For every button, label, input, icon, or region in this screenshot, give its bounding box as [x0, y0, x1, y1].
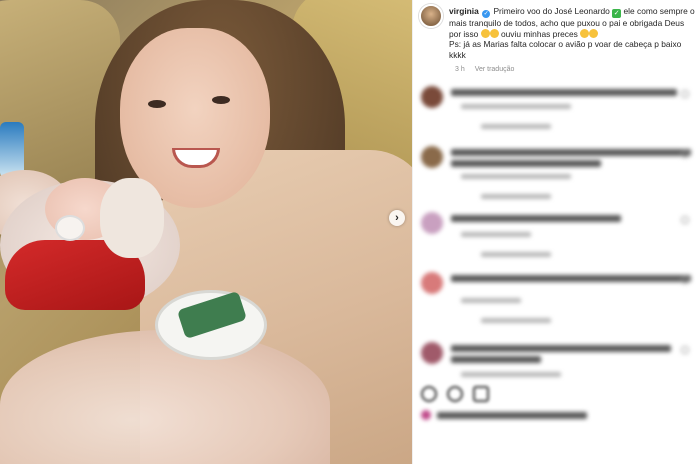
heart-icon[interactable] [681, 276, 689, 284]
emoji-icon [480, 28, 490, 38]
verified-badge-icon: ✓ [482, 10, 491, 18]
avatar [421, 272, 443, 294]
emoji-icon [589, 28, 599, 38]
check-emoji-icon: ✓ [612, 9, 622, 18]
chevron-right-icon[interactable]: › [389, 210, 405, 226]
view-replies[interactable] [481, 318, 551, 323]
comment-meta [461, 298, 521, 303]
translate-link[interactable]: Ver tradução [475, 66, 515, 73]
post-photo[interactable]: › [0, 0, 412, 464]
like-icon[interactable] [421, 386, 437, 402]
smile [172, 148, 220, 168]
caption-part: Ps: já as Marias falta colocar o avião p… [449, 39, 682, 60]
likes-text [437, 412, 587, 419]
emoji-icon [580, 28, 590, 38]
comment-meta [461, 232, 531, 237]
emoji-icon [489, 28, 499, 38]
heart-icon[interactable] [681, 150, 689, 158]
comment-text [451, 160, 601, 167]
comment-meta [461, 174, 571, 179]
comment-meta [461, 104, 571, 109]
timestamp: 3 h [455, 66, 465, 73]
avatar [421, 86, 443, 108]
caption-part: Primeiro voo do José Leonardo [493, 6, 610, 16]
heart-icon[interactable] [681, 216, 689, 224]
eye [212, 96, 230, 104]
comments-panel[interactable]: virginia ✓ Primeiro voo do José Leonardo… [412, 0, 696, 464]
comment-meta [461, 372, 561, 377]
caption-text: virginia ✓ Primeiro voo do José Leonardo… [449, 6, 696, 60]
avatar [421, 212, 443, 234]
avatar [421, 410, 431, 420]
view-replies[interactable] [481, 124, 551, 129]
post-meta: 3 h Ver tradução [455, 66, 522, 73]
comment-text [451, 215, 621, 222]
caption-part: ouviu minhas preces [500, 28, 578, 39]
heart-icon[interactable] [681, 90, 689, 98]
comment-text [451, 356, 541, 363]
avatar [421, 146, 443, 168]
username[interactable]: virginia [449, 6, 479, 16]
likes-summary[interactable] [421, 410, 601, 420]
avatar [421, 342, 443, 364]
comment-text [451, 345, 671, 352]
comment-text [451, 89, 677, 96]
view-replies[interactable] [481, 194, 551, 199]
eye [148, 100, 166, 108]
comment-icon[interactable] [447, 386, 463, 402]
comment-text [451, 149, 691, 156]
heart-icon[interactable] [681, 346, 689, 354]
plush-toy [100, 178, 164, 258]
comment-text [451, 275, 691, 282]
avatar[interactable] [419, 4, 443, 28]
pacifier [55, 215, 85, 241]
post-actions [421, 386, 489, 402]
share-icon[interactable] [473, 386, 489, 402]
view-replies[interactable] [481, 252, 551, 257]
